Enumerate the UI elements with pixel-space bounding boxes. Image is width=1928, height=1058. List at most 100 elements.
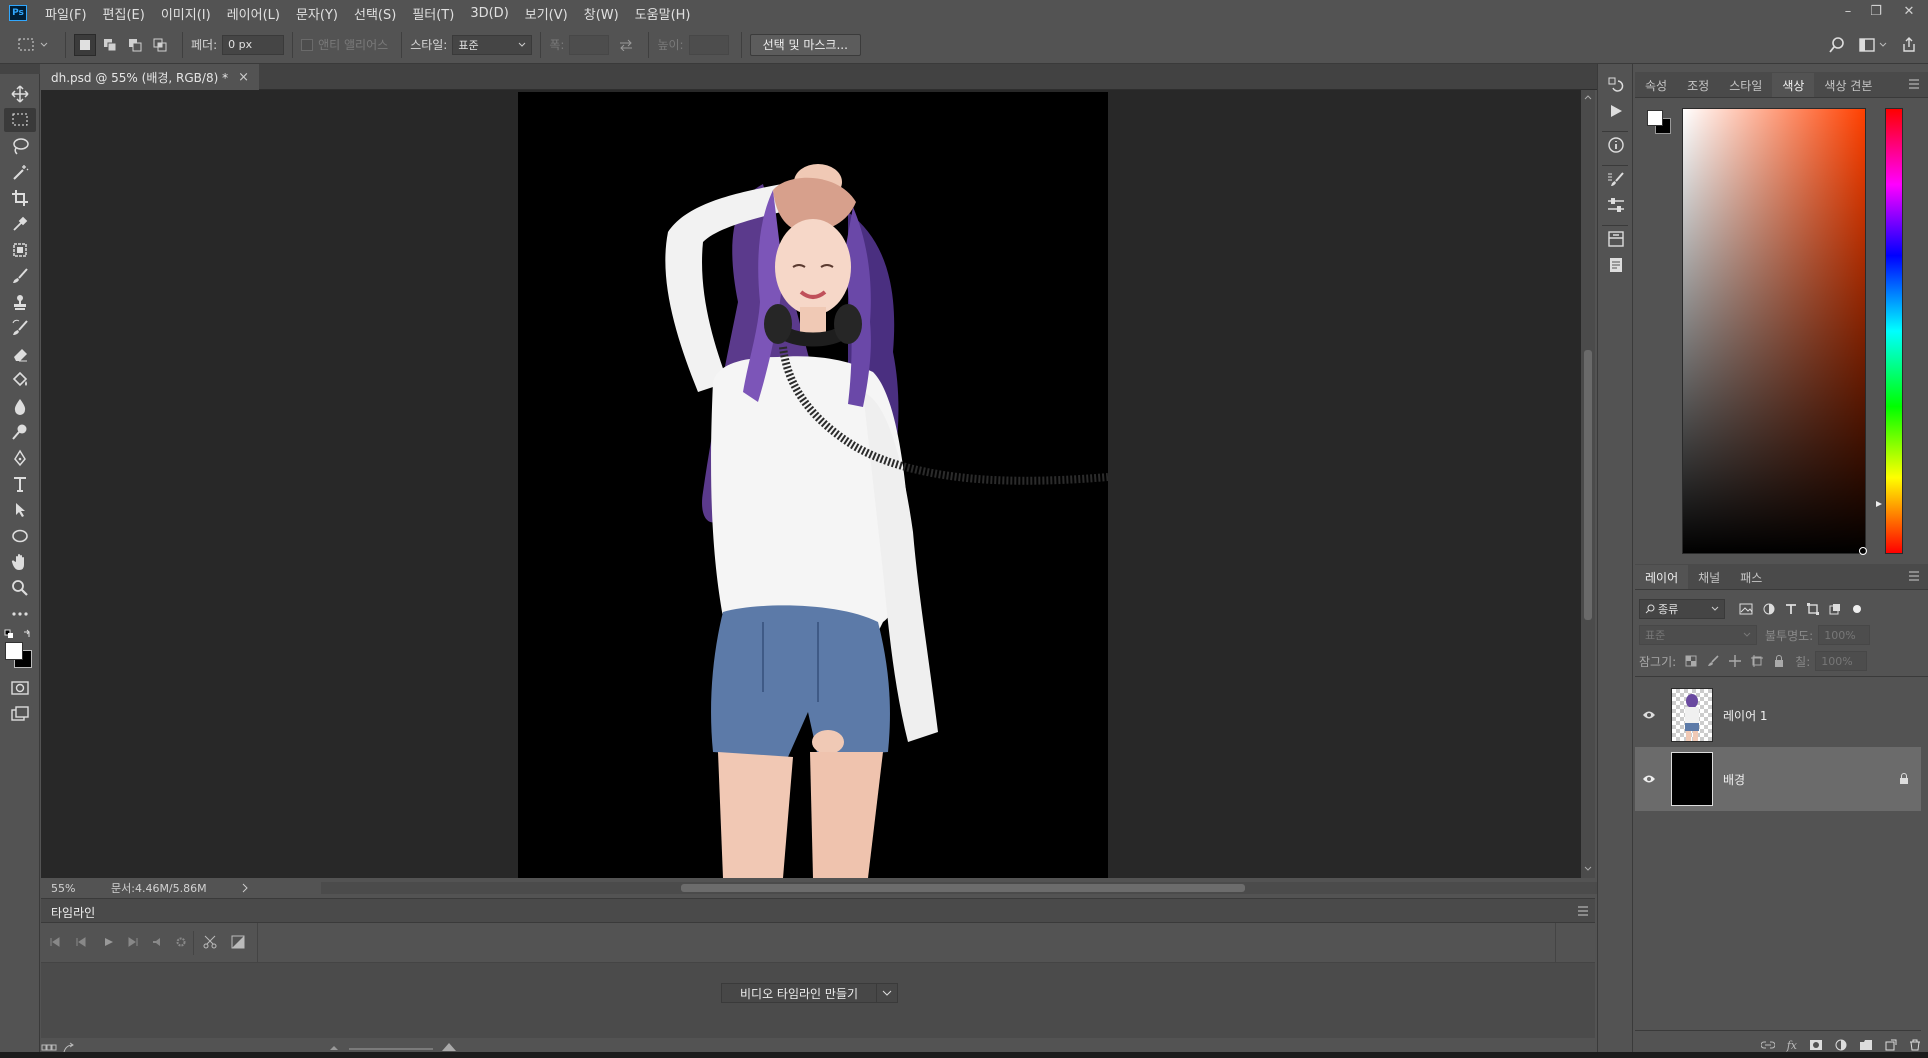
frame-tool[interactable] — [4, 238, 36, 262]
hue-slider[interactable] — [1885, 108, 1903, 554]
share-button[interactable] — [1898, 34, 1920, 56]
blend-mode-select[interactable]: 표준 — [1639, 625, 1757, 645]
vertical-scrollbar[interactable] — [1581, 90, 1595, 878]
panel-menu-icon[interactable] — [1908, 79, 1920, 89]
settings-gear-icon[interactable] — [175, 936, 187, 948]
timeline-zoom-slider[interactable] — [349, 1048, 433, 1050]
marquee-tool[interactable] — [4, 108, 36, 132]
lock-pixels-brush-icon[interactable] — [1707, 655, 1719, 667]
tab-channels[interactable]: 채널 — [1688, 565, 1730, 589]
brush-settings-button[interactable] — [1598, 166, 1634, 192]
timeline-title[interactable]: 타임라인 — [51, 904, 95, 921]
frame-animation-icon[interactable] — [41, 1044, 57, 1052]
antialias-checkbox[interactable] — [301, 38, 314, 51]
document-tab[interactable]: dh.psd @ 55% (배경, RGB/8) * × — [41, 64, 259, 90]
adjustments-sliders-button[interactable] — [1598, 192, 1634, 218]
layer-row-layer1[interactable]: 레이어 1 — [1635, 683, 1921, 747]
color-picker-cursor[interactable] — [1859, 547, 1867, 555]
hand-tool[interactable] — [4, 550, 36, 574]
eyedropper-tool[interactable] — [4, 212, 36, 236]
eraser-tool[interactable] — [4, 342, 36, 366]
tab-properties[interactable]: 속성 — [1635, 73, 1677, 97]
screen-mode-button[interactable] — [4, 702, 36, 726]
brush-tool[interactable] — [4, 264, 36, 288]
paint-bucket-tool[interactable] — [4, 368, 36, 392]
menu-window[interactable]: 창(W) — [584, 4, 619, 23]
fill-input[interactable]: 100% — [1815, 651, 1868, 671]
type-tool[interactable] — [4, 472, 36, 496]
lock-all-icon[interactable] — [1773, 655, 1785, 667]
new-layer-icon[interactable] — [1885, 1039, 1897, 1051]
tab-adjustments[interactable]: 조정 — [1677, 73, 1719, 97]
restore-button[interactable]: ❐ — [1862, 0, 1890, 22]
swap-dimensions-button[interactable] — [615, 34, 637, 56]
menu-edit[interactable]: 편집(E) — [103, 4, 145, 23]
foreground-color-chip[interactable] — [1647, 110, 1663, 126]
search-button[interactable] — [1826, 34, 1848, 56]
tab-swatches[interactable]: 색상 견본 — [1814, 73, 1882, 97]
history-panel-button[interactable] — [1598, 72, 1634, 98]
move-tool[interactable] — [4, 82, 36, 106]
canvas-area[interactable] — [41, 90, 1581, 878]
vertical-scroll-thumb[interactable] — [1584, 350, 1592, 620]
magic-wand-tool[interactable] — [4, 160, 36, 184]
notes-panel-button[interactable] — [1598, 252, 1634, 278]
zoom-in-mountain-icon[interactable] — [441, 1042, 457, 1052]
tab-paths[interactable]: 패스 — [1730, 565, 1772, 589]
new-group-folder-icon[interactable] — [1859, 1039, 1873, 1051]
menu-view[interactable]: 보기(V) — [525, 4, 568, 23]
actions-panel-button[interactable] — [1598, 98, 1634, 124]
menu-filter[interactable]: 필터(T) — [412, 4, 454, 23]
menu-file[interactable]: 파일(F) — [45, 4, 87, 23]
foreground-color-swatch[interactable] — [5, 642, 23, 660]
panel-menu-icon[interactable] — [1908, 571, 1920, 581]
create-video-timeline-button[interactable]: 비디오 타임라인 만들기 — [721, 983, 899, 1003]
lock-artboard-icon[interactable] — [1751, 655, 1764, 667]
dodge-tool[interactable] — [4, 420, 36, 444]
select-and-mask-button[interactable]: 선택 및 마스크... — [749, 33, 861, 56]
play-icon[interactable] — [103, 937, 115, 947]
path-selection-tool[interactable] — [4, 498, 36, 522]
tab-styles[interactable]: 스타일 — [1719, 73, 1772, 97]
shape-filter-icon[interactable] — [1807, 603, 1819, 615]
quick-mask-button[interactable] — [4, 676, 36, 700]
color-picker-field[interactable] — [1682, 108, 1867, 555]
menu-select[interactable]: 선택(S) — [354, 4, 396, 23]
edit-toolbar-button[interactable] — [4, 602, 36, 626]
close-window-button[interactable]: ✕ — [1890, 0, 1928, 22]
zoom-level[interactable]: 55% — [51, 882, 111, 895]
minimize-button[interactable]: – — [1834, 0, 1862, 22]
document-info[interactable]: 문서:4.46M/5.86M — [111, 880, 241, 896]
scroll-up-icon[interactable] — [1584, 94, 1592, 100]
adjustment-filter-icon[interactable] — [1763, 603, 1775, 615]
menu-image[interactable]: 이미지(I) — [161, 4, 211, 23]
filter-toggle-switch[interactable] — [1853, 605, 1861, 613]
ellipse-tool[interactable] — [4, 524, 36, 548]
new-selection-button[interactable] — [74, 33, 96, 56]
lock-transparent-icon[interactable] — [1685, 655, 1697, 667]
layer-filter-select[interactable]: 종류 — [1639, 599, 1725, 619]
workspace-button[interactable] — [1857, 34, 1891, 56]
close-tab-icon[interactable]: × — [238, 70, 249, 85]
add-mask-icon[interactable] — [1809, 1039, 1823, 1051]
horizontal-scrollbar[interactable] — [321, 882, 1611, 894]
tab-layers[interactable]: 레이어 — [1635, 565, 1689, 589]
layer-row-background[interactable]: 배경 — [1635, 747, 1921, 811]
type-filter-icon[interactable] — [1785, 603, 1797, 615]
chevron-right-icon[interactable] — [241, 883, 249, 893]
visibility-toggle[interactable] — [1635, 710, 1663, 720]
tab-color[interactable]: 색상 — [1772, 73, 1815, 97]
clone-stamp-tool[interactable] — [4, 290, 36, 314]
menu-help[interactable]: 도움말(H) — [635, 4, 691, 23]
toolbar-collapse-handle[interactable] — [0, 64, 40, 74]
subtract-selection-button[interactable] — [124, 34, 146, 56]
info-panel-button[interactable] — [1598, 132, 1634, 158]
history-brush-tool[interactable] — [4, 316, 36, 340]
tool-preset-picker[interactable] — [14, 34, 54, 56]
blur-tool[interactable] — [4, 394, 36, 418]
next-frame-icon[interactable] — [127, 937, 139, 947]
scissors-icon[interactable] — [203, 935, 217, 949]
pixel-filter-icon[interactable] — [1739, 603, 1753, 615]
scroll-down-icon[interactable] — [1584, 866, 1592, 872]
document-canvas[interactable] — [518, 92, 1108, 878]
